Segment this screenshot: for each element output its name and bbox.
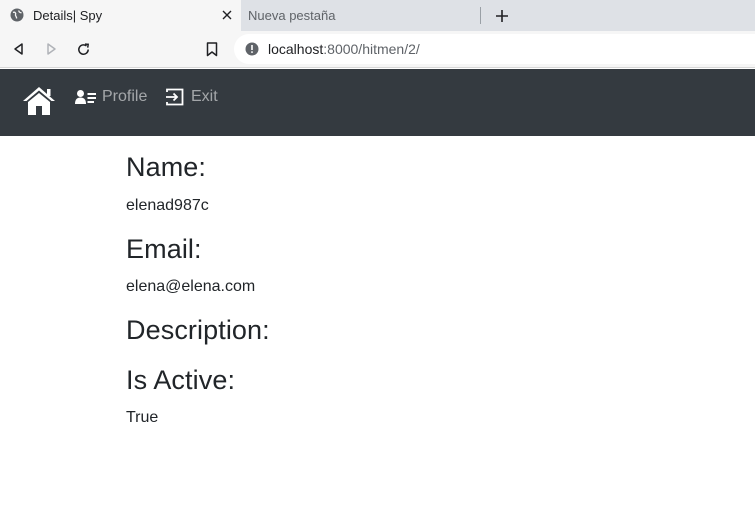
active-label: Is Active:: [126, 365, 236, 395]
reload-icon[interactable]: [74, 40, 92, 58]
forward-icon[interactable]: [42, 40, 60, 58]
tab-title: Nueva pestaña: [248, 8, 336, 23]
nav-exit-link[interactable]: Exit: [165, 88, 218, 106]
plus-icon[interactable]: [492, 6, 512, 26]
url-text: localhost:8000/hitmen/2/: [268, 41, 420, 57]
exit-icon: [166, 88, 184, 106]
bookmark-icon[interactable]: [203, 40, 221, 58]
navbar: Profile Exit: [0, 69, 755, 136]
tab-details[interactable]: Details| Spy: [0, 0, 241, 31]
profile-icon: [75, 90, 96, 104]
close-icon[interactable]: [219, 7, 235, 23]
tab-separator: [480, 7, 481, 24]
browser-toolbar: localhost:8000/hitmen/2/: [0, 31, 755, 68]
email-label: Email:: [126, 234, 202, 264]
globe-icon: [10, 8, 24, 22]
name-label: Name:: [126, 152, 207, 182]
active-value: True: [126, 409, 159, 426]
exit-label: Exit: [191, 88, 218, 105]
url-host: localhost: [268, 41, 324, 57]
name-value: elenad987c: [126, 197, 209, 214]
url-path: :8000/hitmen/2/: [323, 41, 420, 57]
back-icon[interactable]: [10, 40, 28, 58]
description-label: Description:: [126, 315, 270, 345]
home-icon[interactable]: [21, 85, 57, 117]
tab-title: Details| Spy: [33, 8, 103, 23]
tab-new[interactable]: Nueva pestaña: [241, 0, 480, 31]
info-icon[interactable]: [245, 42, 259, 56]
nav-profile-link[interactable]: Profile: [75, 88, 147, 106]
address-bar[interactable]: localhost:8000/hitmen/2/: [234, 34, 755, 64]
tab-strip: Details| Spy Nueva pestaña: [0, 0, 755, 31]
email-value: elena@elena.com: [126, 278, 256, 295]
profile-label: Profile: [102, 88, 148, 105]
